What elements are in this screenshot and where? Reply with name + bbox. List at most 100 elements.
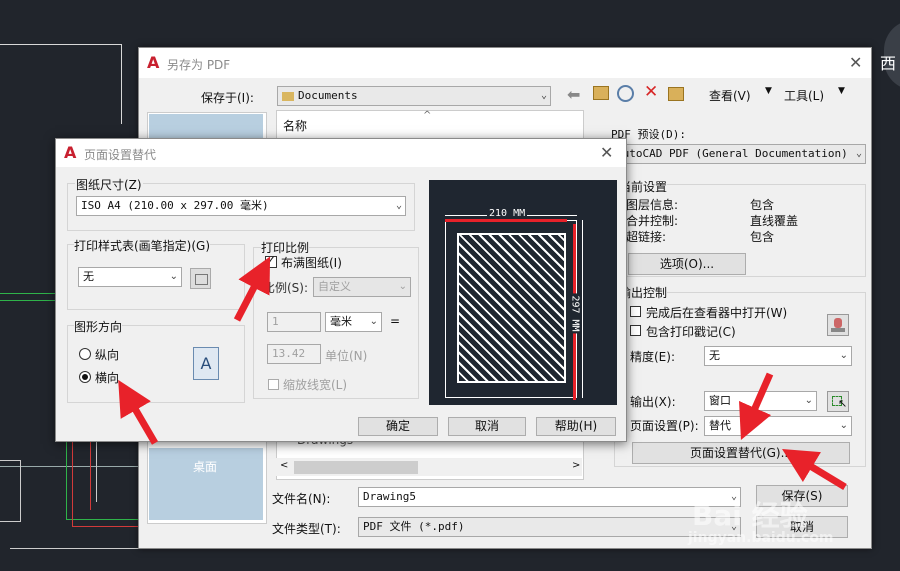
scale-lineweights-label: 缩放线宽(L) bbox=[283, 378, 348, 392]
file-type-dropdown[interactable]: PDF 文件 (*.pdf) ⌄ bbox=[358, 517, 741, 537]
scroll-thumb[interactable] bbox=[294, 461, 418, 474]
unit-value: 毫米 bbox=[330, 315, 352, 328]
chevron-down-icon: ⌄ bbox=[169, 271, 178, 282]
search-web-icon[interactable] bbox=[617, 85, 634, 102]
view-menu[interactable]: 查看(V) bbox=[709, 87, 751, 104]
scroll-right-icon[interactable]: > bbox=[572, 460, 580, 471]
close-icon[interactable]: ✕ bbox=[849, 53, 862, 72]
setting-merge-value: 直线覆盖 bbox=[750, 214, 799, 228]
column-header-name[interactable]: 名称 bbox=[283, 117, 307, 134]
setting-merge-label: 合并控制: bbox=[626, 214, 679, 228]
orientation-label: 图形方向 bbox=[74, 318, 123, 335]
pdf-preset-value: AutoCAD PDF (General Documentation) bbox=[616, 147, 848, 160]
page-setup-title: 页面设置替代 bbox=[84, 148, 157, 162]
pdf-preset-dropdown[interactable]: AutoCAD PDF (General Documentation) ⌄ bbox=[611, 144, 866, 164]
open-in-viewer-label[interactable]: 完成后在查看器中打开(W) bbox=[646, 304, 787, 321]
tools-menu[interactable]: 工具(L) bbox=[784, 87, 824, 104]
page-setup-titlebar[interactable]: A 页面设置替代 ✕ bbox=[56, 139, 626, 167]
scale-denominator-input[interactable]: 13.42 bbox=[267, 344, 321, 364]
preview-width-label: 210 MM bbox=[487, 208, 528, 219]
page-setup-label: 页面设置(P): bbox=[630, 419, 699, 433]
plot-style-edit-icon[interactable] bbox=[190, 268, 211, 289]
watermark-url: jingyan.baidu.com bbox=[688, 530, 834, 546]
plot-stamp-settings-icon[interactable] bbox=[827, 314, 849, 336]
places-desktop[interactable]: 桌面 bbox=[149, 448, 263, 520]
up-folder-icon[interactable] bbox=[593, 86, 609, 100]
setting-layer-value: 包含 bbox=[750, 198, 775, 212]
landscape-label[interactable]: 横向 bbox=[95, 369, 119, 386]
scale-numerator-input[interactable]: 1 bbox=[267, 312, 321, 332]
chevron-down-icon: ⌄ bbox=[855, 148, 862, 159]
close-icon[interactable]: ✕ bbox=[600, 143, 613, 162]
output-dropdown[interactable]: 窗口 ⌄ bbox=[704, 391, 817, 411]
scale-dropdown[interactable]: 自定义 ⌄ bbox=[313, 277, 411, 297]
portrait-radio[interactable] bbox=[79, 348, 91, 360]
equals-sign: = bbox=[390, 314, 401, 328]
ok-button[interactable]: 确定 bbox=[358, 417, 438, 436]
page-setup-override-dialog: A 页面设置替代 ✕ 图纸尺寸(Z) ISO A4 (210.00 x 297.… bbox=[55, 138, 627, 442]
page-setup-dropdown[interactable]: 替代 ⌄ bbox=[704, 416, 852, 436]
chevron-down-icon: ⌄ bbox=[398, 281, 407, 292]
plot-style-label: 打印样式表(画笔指定)(G) bbox=[74, 237, 211, 254]
output-label: 输出(X): bbox=[630, 395, 676, 409]
setting-layer-label: 图层信息: bbox=[626, 198, 679, 212]
plot-stamp-label[interactable]: 包含打印戳记(C) bbox=[646, 323, 736, 340]
view-menu-arrow-icon[interactable]: ▼ bbox=[765, 86, 772, 96]
fit-to-paper-checkbox[interactable]: ✓ bbox=[265, 253, 277, 268]
places-desktop-label: 桌面 bbox=[193, 460, 218, 474]
landscape-radio[interactable] bbox=[79, 371, 91, 383]
sort-arrow-icon: ^ bbox=[423, 110, 432, 121]
plot-style-dropdown[interactable]: 无 ⌄ bbox=[78, 267, 182, 287]
file-name-input[interactable]: Drawing5 ⌄ bbox=[358, 487, 741, 507]
save-in-value: Documents bbox=[298, 89, 358, 102]
paper-preview: 210 MM 297 MM bbox=[429, 180, 617, 405]
back-arrow-icon[interactable]: ⬅ bbox=[567, 85, 580, 104]
printable-area bbox=[457, 233, 566, 383]
paper-size-dropdown[interactable]: ISO A4 (210.00 x 297.00 毫米) ⌄ bbox=[76, 196, 406, 216]
precision-label: 精度(E): bbox=[630, 350, 675, 364]
file-name-label: 文件名(N): bbox=[272, 492, 331, 506]
new-folder-icon[interactable] bbox=[668, 87, 684, 101]
save-dialog-titlebar[interactable]: A 另存为 PDF ✕ bbox=[139, 48, 871, 78]
chevron-down-icon: ⌄ bbox=[804, 395, 813, 406]
scale-value: 自定义 bbox=[318, 280, 351, 293]
portrait-label[interactable]: 纵向 bbox=[95, 346, 119, 363]
autocad-logo-icon: A bbox=[147, 53, 160, 72]
open-in-viewer-checkbox[interactable] bbox=[630, 306, 641, 317]
unit-dropdown[interactable]: 毫米 ⌄ bbox=[325, 312, 382, 332]
precision-dropdown[interactable]: 无 ⌄ bbox=[704, 346, 852, 366]
chevron-down-icon: ⌄ bbox=[540, 90, 547, 101]
scale-label: 比例(S): bbox=[263, 281, 309, 295]
page-setup-cancel-button[interactable]: 取消 bbox=[448, 417, 526, 436]
landscape-document-icon: A bbox=[193, 347, 219, 380]
precision-value: 无 bbox=[709, 349, 720, 362]
scale-denominator-value: 13.42 bbox=[272, 347, 306, 360]
pick-window-icon[interactable]: ↖ bbox=[827, 391, 849, 412]
chevron-down-icon: ⌄ bbox=[839, 350, 848, 361]
fit-to-paper-label[interactable]: 布满图纸(I) bbox=[281, 254, 342, 271]
corner-text: 西 bbox=[880, 54, 897, 73]
file-type-value: PDF 文件 (*.pdf) bbox=[363, 520, 465, 533]
unit-label: 单位(N) bbox=[325, 349, 368, 363]
save-in-dropdown[interactable]: Documents ⌄ bbox=[277, 86, 551, 106]
delete-icon[interactable]: ✕ bbox=[644, 82, 658, 102]
width-marker bbox=[445, 219, 567, 222]
scale-lineweights-checkbox[interactable] bbox=[268, 379, 279, 390]
preview-height-label: 297 MM bbox=[569, 293, 581, 334]
autocad-logo-icon: A bbox=[64, 143, 77, 162]
help-button[interactable]: 帮助(H) bbox=[536, 417, 616, 436]
setting-hyperlink-value: 包含 bbox=[750, 230, 775, 244]
save-in-label: 保存于(I): bbox=[201, 91, 254, 105]
options-button[interactable]: 选项(O)... bbox=[628, 253, 746, 275]
horizontal-scrollbar[interactable]: < > bbox=[276, 458, 582, 476]
chevron-down-icon: ⌄ bbox=[369, 316, 378, 327]
tools-menu-arrow-icon[interactable]: ▼ bbox=[838, 86, 845, 96]
page-setup-override-button[interactable]: 页面设置替代(G)... bbox=[632, 442, 850, 464]
height-dimension-line bbox=[582, 220, 583, 398]
scale-numerator-value: 1 bbox=[272, 315, 279, 328]
chevron-down-icon: ⌄ bbox=[395, 200, 402, 211]
scroll-left-icon[interactable]: < bbox=[280, 460, 288, 471]
chevron-down-icon: ⌄ bbox=[839, 420, 848, 431]
plot-stamp-checkbox[interactable] bbox=[630, 325, 641, 336]
watermark-logo: Bai 经验 bbox=[692, 499, 808, 532]
